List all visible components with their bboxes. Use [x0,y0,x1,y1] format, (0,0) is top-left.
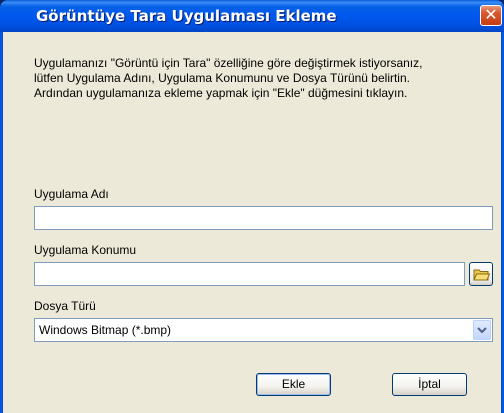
browse-button[interactable] [469,262,493,286]
dialog-body: Uygulamanızı "Görüntü için Tara" özelliğ… [3,32,501,413]
folder-icon [473,269,491,281]
title-bar[interactable]: Görüntüye Tara Uygulaması Ekleme ✕ [0,0,504,32]
description-line: lütfen Uygulama Adını, Uygulama Konumunu… [34,71,410,85]
app-name-input[interactable] [34,206,493,230]
add-button[interactable]: Ekle [256,373,331,396]
app-location-input[interactable] [34,262,465,286]
app-name-label: Uygulama Adı [34,187,109,201]
description-text: Uygulamanızı "Görüntü için Tara" özelliğ… [34,56,499,101]
window-title: Görüntüye Tara Uygulaması Ekleme [36,7,337,25]
dropdown-button[interactable] [473,320,491,340]
close-button[interactable]: ✕ [480,5,502,26]
dialog-window: Görüntüye Tara Uygulaması Ekleme ✕ Uygul… [0,0,504,413]
file-type-label: Dosya Türü [34,299,96,313]
cancel-button[interactable]: İptal [392,373,467,396]
description-line: Uygulamanızı "Görüntü için Tara" özelliğ… [34,56,423,70]
close-icon: ✕ [484,5,498,24]
file-type-select[interactable]: Windows Bitmap (*.bmp) [34,318,493,342]
description-line: Ardından uygulamanıza ekleme yapmak için… [34,86,408,100]
chevron-down-icon [477,327,487,334]
app-location-label: Uygulama Konumu [34,243,137,257]
file-type-selected: Windows Bitmap (*.bmp) [39,323,172,337]
